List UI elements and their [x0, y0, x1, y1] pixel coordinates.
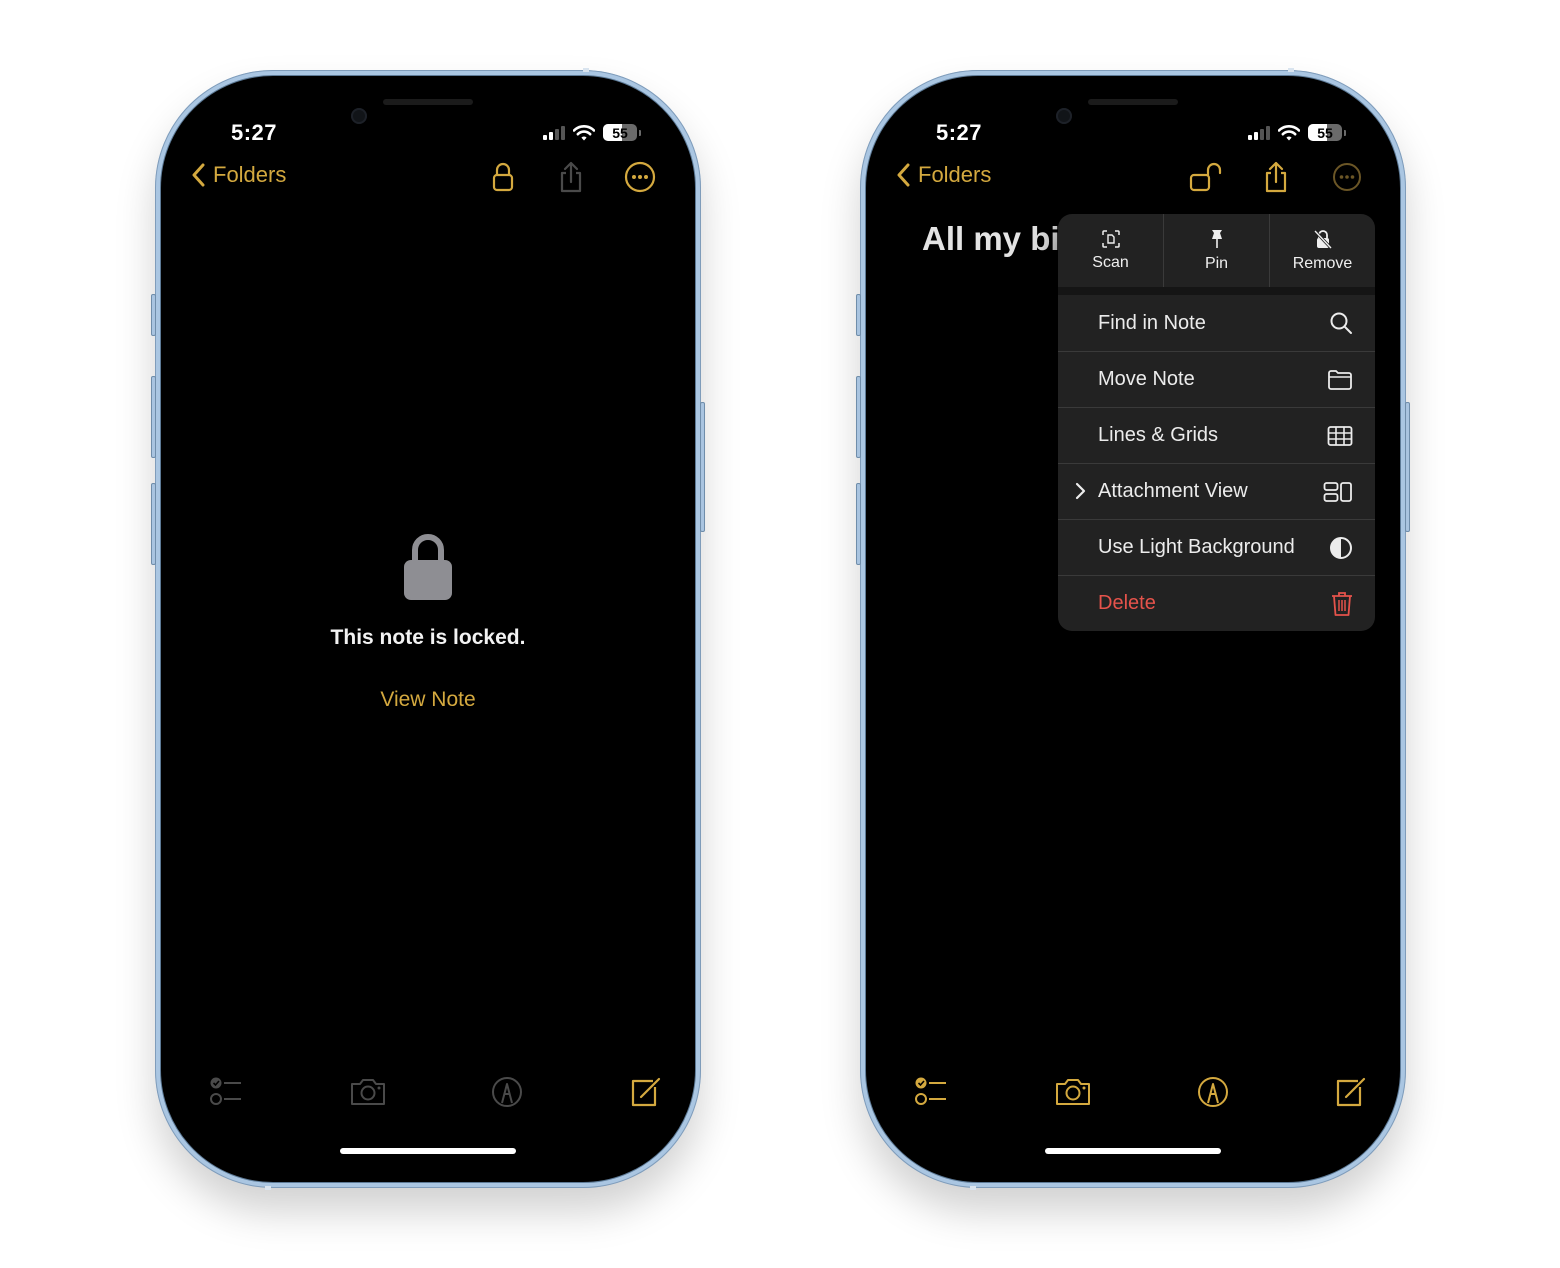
status-time: 5:27 [231, 120, 278, 145]
back-label: Folders [918, 162, 992, 187]
bezel: 5:27 55 [865, 75, 1401, 1183]
view-note-button[interactable]: View Note [380, 688, 475, 712]
note-title: All my bi [922, 220, 1060, 257]
menu-item-move-note[interactable]: Move Note [1058, 351, 1375, 407]
checklist-icon[interactable] [207, 1072, 247, 1112]
battery-cap [1344, 129, 1346, 136]
antenna-band [970, 1186, 976, 1190]
locked-note-panel: This note is locked. View Note [175, 532, 681, 712]
status-icons: 55 [1248, 124, 1346, 141]
battery-icon: 55 [1308, 124, 1342, 141]
remove-lock-action[interactable]: Remove [1269, 214, 1375, 287]
markup-icon[interactable] [1193, 1072, 1233, 1112]
scan-action[interactable]: Scan [1058, 214, 1163, 287]
chevron-left-icon [192, 163, 205, 187]
menu-item-find-in-note[interactable]: Find in Note [1058, 295, 1375, 351]
menu-item-label: Use Light Background [1098, 536, 1295, 558]
phone-locked-note: 5:27 55 Folders This note is locked. Vie… [151, 68, 705, 1190]
speaker [1088, 99, 1178, 105]
search-icon [1330, 312, 1352, 334]
camera-icon[interactable] [1053, 1072, 1093, 1112]
back-button[interactable]: Folders [896, 162, 991, 188]
checklist-icon[interactable] [912, 1072, 952, 1112]
locked-padlock-icon [404, 534, 452, 600]
unlock-icon[interactable] [1188, 160, 1222, 194]
pin-icon [1211, 229, 1222, 248]
more-actions-menu: Scan Pin Remove Find in Note Move Note L… [1058, 214, 1375, 631]
menu-item-attachment-view[interactable]: Attachment View [1058, 463, 1375, 519]
volume-down-button [856, 483, 861, 565]
volume-down-button [151, 483, 156, 565]
power-button [1405, 402, 1410, 532]
attachment-view-icon [1323, 481, 1352, 502]
battery-percent: 55 [1317, 124, 1333, 141]
front-camera [351, 108, 367, 124]
status-time: 5:27 [936, 120, 983, 145]
volume-up-button [151, 376, 156, 458]
cellular-signal-icon [543, 125, 565, 140]
camera-icon[interactable] [348, 1072, 388, 1112]
screen: 5:27 55 [175, 90, 681, 1168]
chevron-right-icon [1075, 482, 1086, 500]
folder-icon [1328, 369, 1352, 390]
status-icons: 55 [543, 124, 641, 141]
home-indicator[interactable] [1045, 1148, 1221, 1154]
compose-icon[interactable] [625, 1072, 665, 1112]
chevron-left-icon [897, 163, 910, 187]
locked-message: This note is locked. [330, 626, 526, 649]
navigation-bar: Folders [880, 158, 1386, 198]
compose-icon[interactable] [1330, 1072, 1370, 1112]
half-circle-icon [1330, 536, 1352, 559]
back-button[interactable]: Folders [191, 162, 286, 188]
trash-icon [1332, 591, 1352, 616]
battery-icon: 55 [603, 124, 637, 141]
markup-icon[interactable] [487, 1072, 527, 1112]
menu-item-light-background[interactable]: Use Light Background [1058, 519, 1375, 575]
wifi-icon [1278, 124, 1300, 140]
share-icon[interactable] [554, 160, 588, 194]
menu-item-label: Move Note [1098, 368, 1195, 390]
scan-document-icon [1101, 229, 1120, 248]
menu-item-delete[interactable]: Delete [1058, 575, 1375, 631]
back-label: Folders [213, 162, 287, 187]
menu-item-label: Delete [1098, 592, 1156, 614]
bottom-toolbar [175, 1072, 681, 1112]
pin-action[interactable]: Pin [1163, 214, 1269, 287]
battery-percent: 55 [612, 124, 628, 141]
more-icon[interactable] [1330, 160, 1364, 194]
power-button [700, 402, 705, 532]
bezel: 5:27 55 [160, 75, 696, 1183]
more-icon[interactable] [623, 160, 657, 194]
menu-item-lines-grids[interactable]: Lines & Grids [1058, 407, 1375, 463]
battery-cap [639, 129, 641, 136]
navigation-bar: Folders [175, 158, 681, 198]
menu-item-label: Find in Note [1098, 311, 1206, 334]
scan-label: Scan [1092, 253, 1129, 271]
share-icon[interactable] [1259, 160, 1293, 194]
wifi-icon [573, 124, 595, 140]
home-indicator[interactable] [340, 1148, 516, 1154]
menu-item-label: Lines & Grids [1098, 424, 1219, 446]
menu-item-label: Attachment View [1098, 480, 1248, 502]
cellular-signal-icon [1248, 125, 1270, 140]
remove-label: Remove [1292, 254, 1353, 272]
antenna-band [583, 68, 589, 72]
volume-up-button [856, 376, 861, 458]
antenna-band [1288, 68, 1294, 72]
pin-label: Pin [1204, 254, 1229, 272]
phone-note-menu: 5:27 55 Folders All my bi Scan Pin Remov… [856, 68, 1410, 1190]
remove-lock-icon [1313, 229, 1332, 249]
grid-icon [1327, 425, 1353, 446]
lock-icon[interactable] [486, 160, 520, 194]
bottom-toolbar [880, 1072, 1386, 1112]
action-button [151, 294, 156, 336]
front-camera [1056, 108, 1072, 124]
screen: 5:27 55 [880, 90, 1386, 1168]
antenna-band [265, 1186, 271, 1190]
speaker [383, 99, 473, 105]
menu-quick-actions: Scan Pin Remove [1058, 214, 1375, 295]
action-button [856, 294, 861, 336]
